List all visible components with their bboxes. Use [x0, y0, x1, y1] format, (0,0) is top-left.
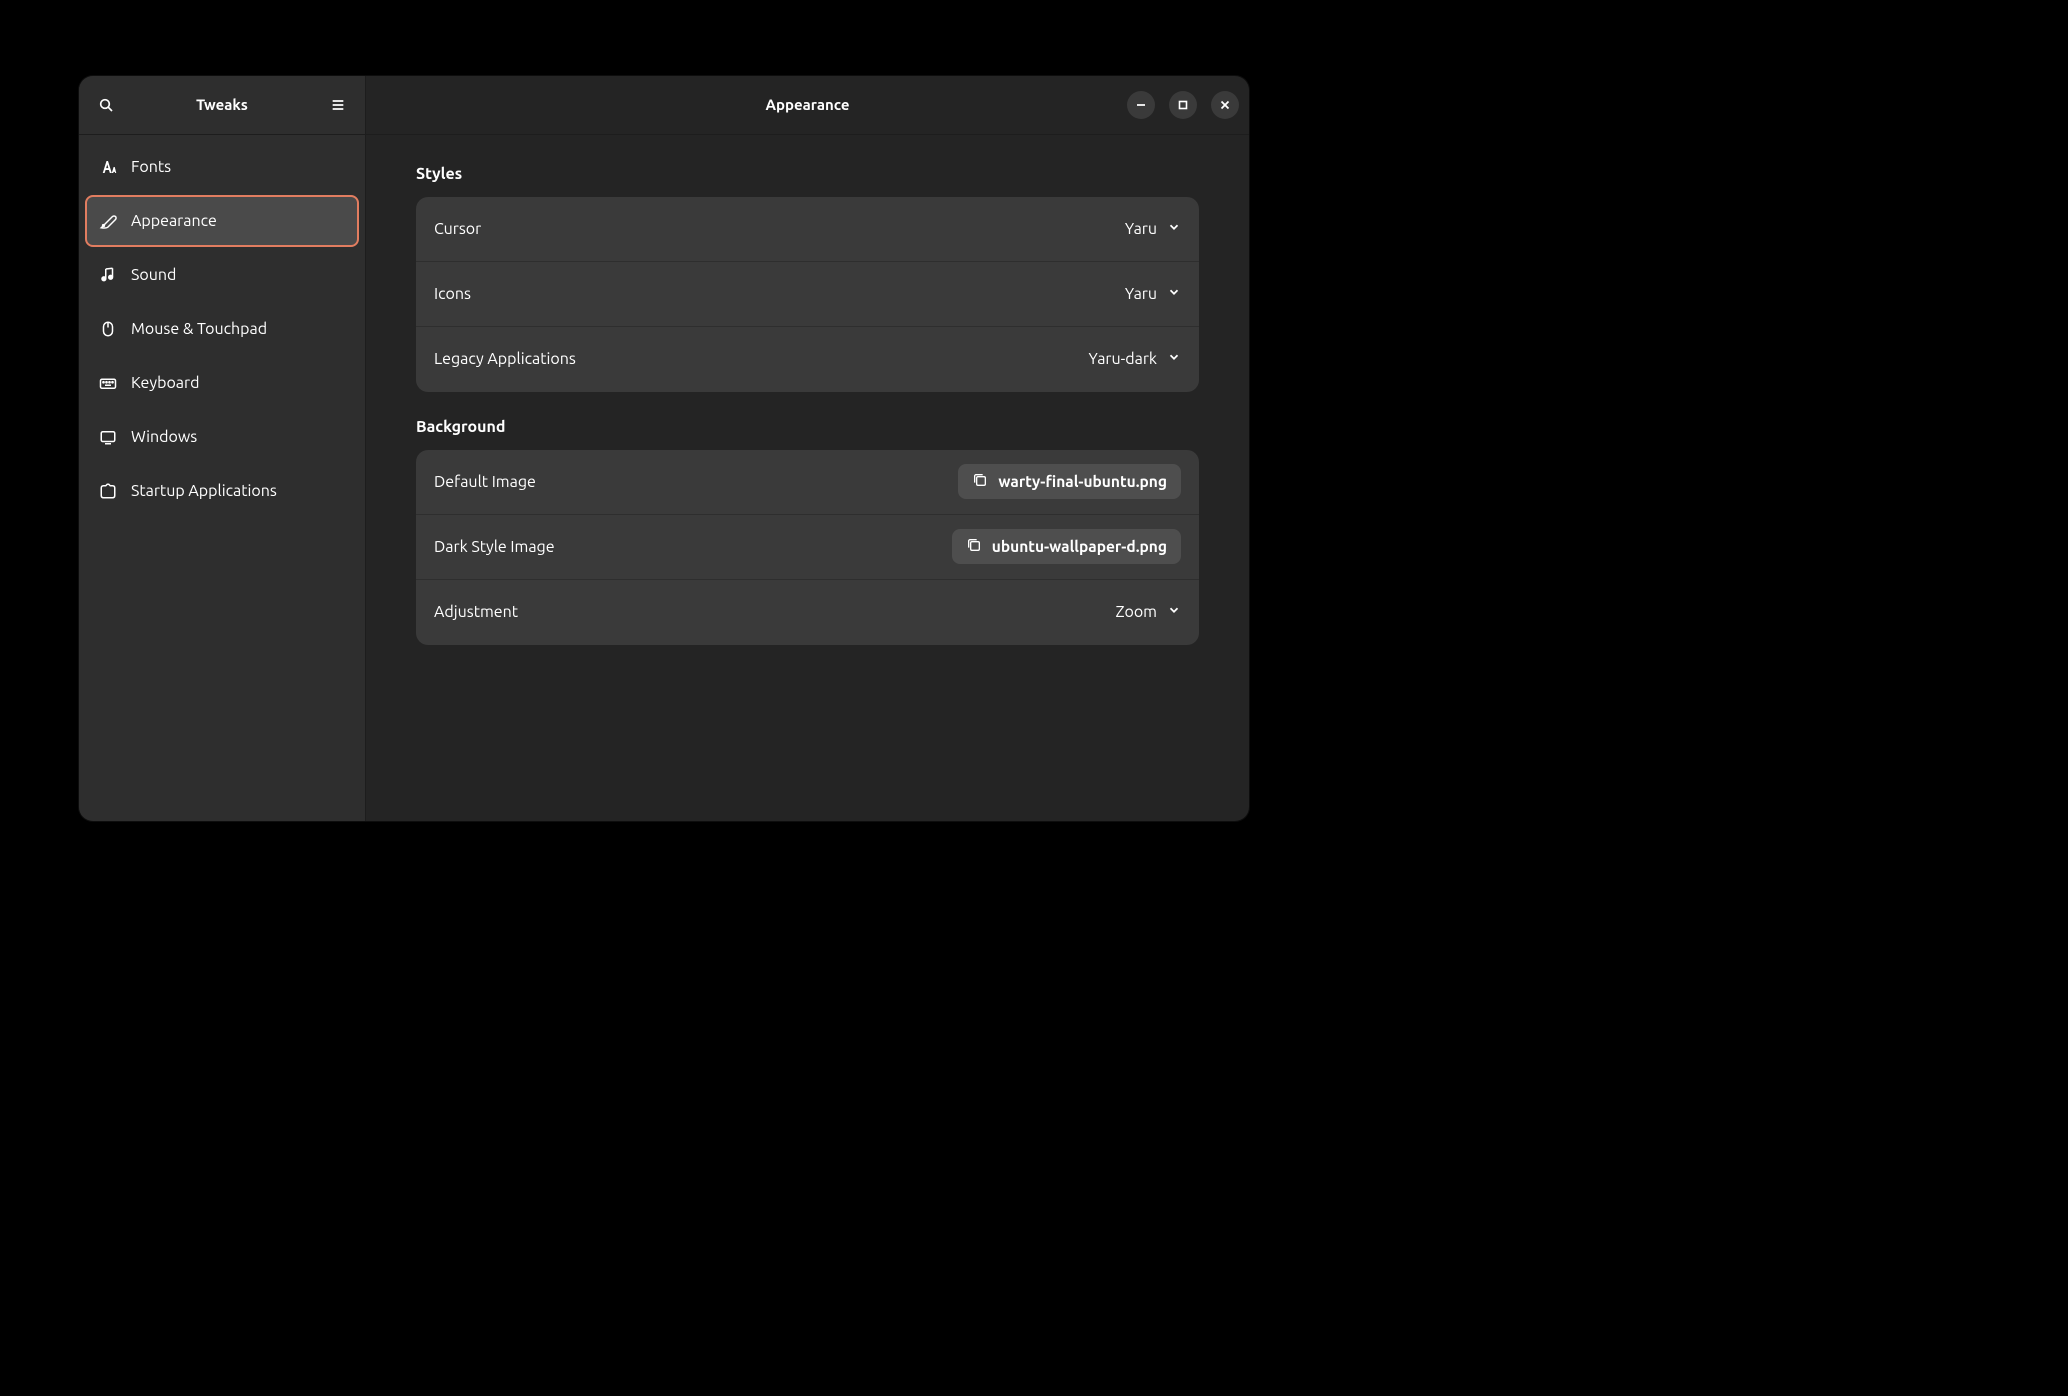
sound-icon [99, 266, 117, 284]
background-group: Default Image warty-final-ubuntu.png Dar… [416, 450, 1199, 645]
row-label: Icons [434, 285, 1125, 303]
row-value: Zoom [1116, 603, 1157, 621]
sidebar-item-label: Startup Applications [131, 482, 277, 500]
sidebar-item-mouse-touchpad[interactable]: Mouse & Touchpad [85, 303, 359, 355]
file-name: warty-final-ubuntu.png [998, 473, 1167, 490]
search-icon [98, 97, 114, 113]
dark-style-image-row: Dark Style Image ubuntu-wallpaper-d.png [416, 515, 1199, 580]
main-header: Appearance [366, 76, 1249, 135]
menu-button[interactable] [321, 88, 355, 122]
sidebar-nav: Fonts Appearance Sound Mouse & Touchpad [79, 135, 365, 523]
row-label: Dark Style Image [434, 538, 952, 556]
sidebar-item-label: Windows [131, 428, 197, 446]
row-label: Adjustment [434, 603, 1116, 621]
default-image-file-button[interactable]: warty-final-ubuntu.png [958, 464, 1181, 499]
row-label: Default Image [434, 473, 958, 491]
maximize-icon [1178, 100, 1188, 110]
window-controls [1127, 91, 1239, 119]
close-icon [1220, 100, 1230, 110]
file-name: ubuntu-wallpaper-d.png [992, 538, 1167, 555]
icons-row[interactable]: Icons Yaru [416, 262, 1199, 327]
close-button[interactable] [1211, 91, 1239, 119]
app-title: Tweaks [123, 96, 321, 113]
startup-icon [99, 482, 117, 500]
cursor-row[interactable]: Cursor Yaru [416, 197, 1199, 262]
sidebar-header: Tweaks [79, 76, 365, 135]
mouse-icon [99, 320, 117, 338]
sidebar-item-label: Fonts [131, 158, 171, 176]
styles-group: Cursor Yaru Icons Yaru Legacy Applicatio… [416, 197, 1199, 392]
row-label: Legacy Applications [434, 350, 1089, 368]
sidebar-item-label: Sound [131, 266, 176, 284]
file-icon [972, 472, 988, 491]
row-value: Yaru [1125, 220, 1157, 238]
sidebar-item-startup-applications[interactable]: Startup Applications [85, 465, 359, 517]
windows-icon [99, 428, 117, 446]
sidebar-item-windows[interactable]: Windows [85, 411, 359, 463]
sidebar-item-sound[interactable]: Sound [85, 249, 359, 301]
tweaks-window: Tweaks Fonts Appearance [79, 76, 1249, 821]
search-button[interactable] [89, 88, 123, 122]
sidebar-item-label: Keyboard [131, 374, 199, 392]
keyboard-icon [99, 374, 117, 392]
sidebar-item-keyboard[interactable]: Keyboard [85, 357, 359, 409]
row-value: Yaru [1125, 285, 1157, 303]
dark-style-image-file-button[interactable]: ubuntu-wallpaper-d.png [952, 529, 1181, 564]
row-label: Cursor [434, 220, 1125, 238]
content-area: Styles Cursor Yaru Icons Yaru [366, 135, 1249, 821]
maximize-button[interactable] [1169, 91, 1197, 119]
background-heading: Background [416, 418, 1199, 436]
sidebar-item-label: Appearance [131, 212, 217, 230]
page-title: Appearance [376, 96, 1239, 113]
styles-heading: Styles [416, 165, 1199, 183]
sidebar-item-appearance[interactable]: Appearance [85, 195, 359, 247]
file-icon [966, 537, 982, 556]
row-value: Yaru-dark [1089, 350, 1158, 368]
sidebar-item-fonts[interactable]: Fonts [85, 141, 359, 193]
sidebar-item-label: Mouse & Touchpad [131, 320, 267, 338]
chevron-down-icon [1167, 220, 1181, 238]
appearance-icon [99, 212, 117, 230]
minimize-button[interactable] [1127, 91, 1155, 119]
chevron-down-icon [1167, 603, 1181, 621]
minimize-icon [1136, 100, 1146, 110]
fonts-icon [99, 158, 117, 176]
chevron-down-icon [1167, 350, 1181, 368]
hamburger-icon [330, 97, 346, 113]
default-image-row: Default Image warty-final-ubuntu.png [416, 450, 1199, 515]
main-panel: Appearance Styles [366, 76, 1249, 821]
legacy-applications-row[interactable]: Legacy Applications Yaru-dark [416, 327, 1199, 392]
chevron-down-icon [1167, 285, 1181, 303]
adjustment-row[interactable]: Adjustment Zoom [416, 580, 1199, 645]
sidebar: Tweaks Fonts Appearance [79, 76, 366, 821]
